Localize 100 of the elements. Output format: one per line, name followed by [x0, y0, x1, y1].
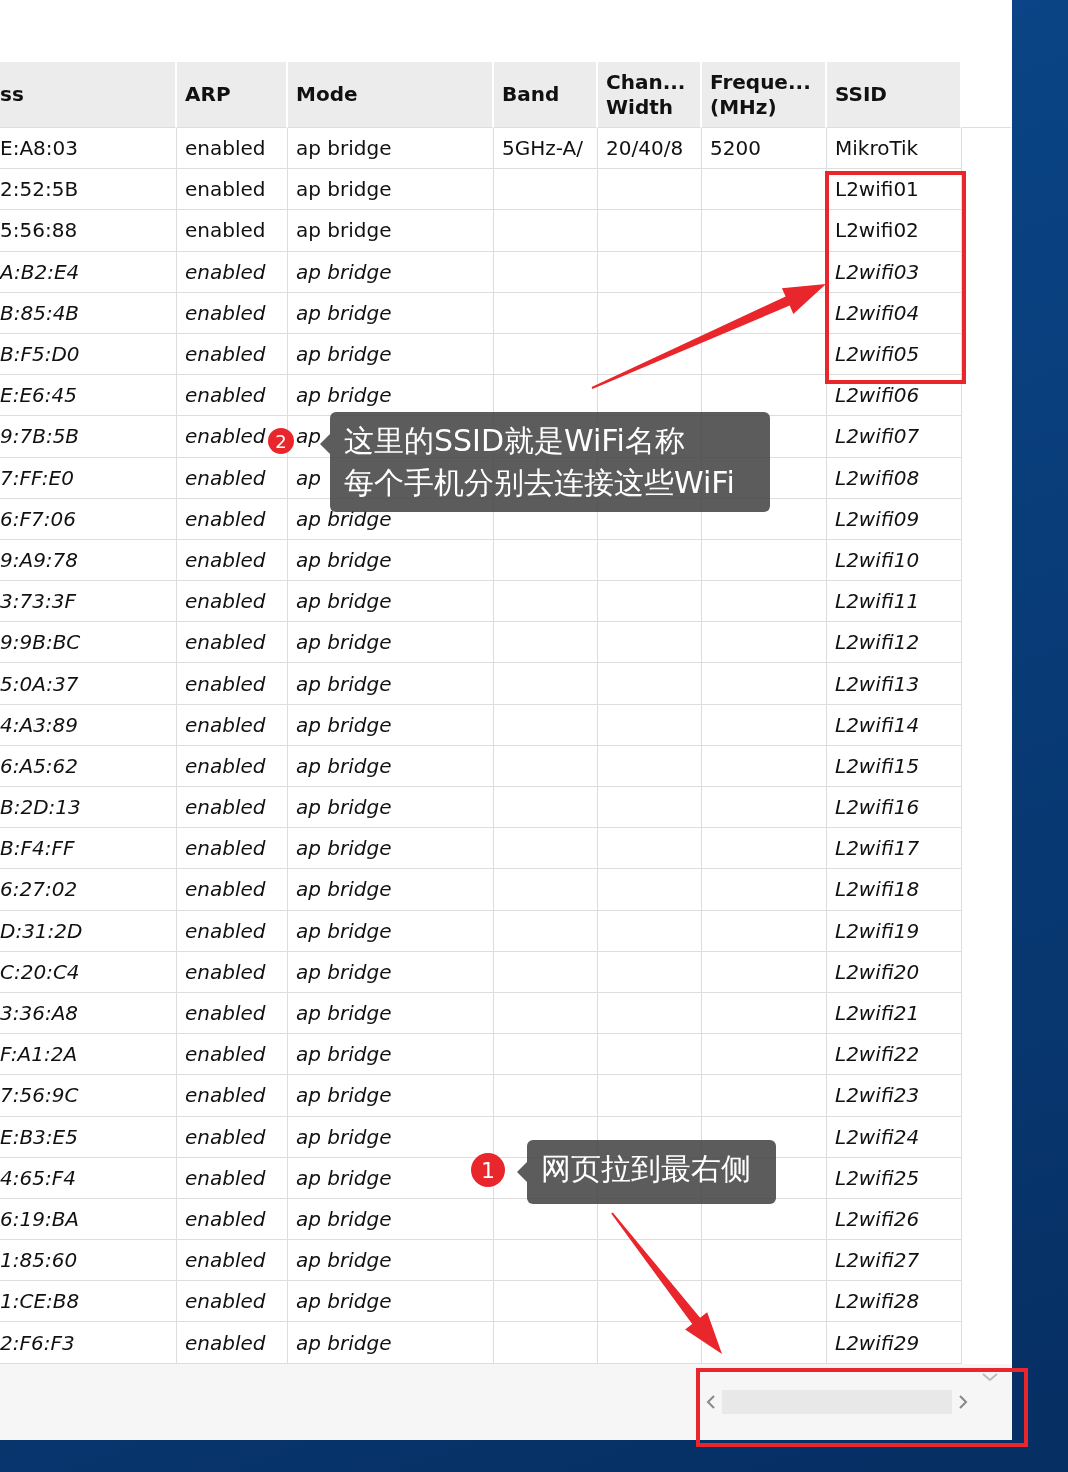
- column-header[interactable]: ss: [0, 62, 177, 128]
- table-cell: enabled: [177, 787, 288, 829]
- callout: 网页拉到最右侧: [527, 1140, 776, 1204]
- table-cell: enabled: [177, 375, 288, 417]
- table-cell: L2wifi18: [827, 869, 962, 911]
- table-cell: L2wifi08: [827, 457, 962, 499]
- table-cell: L2wifi05: [827, 333, 962, 376]
- table-cell: B:85:4B: [0, 292, 177, 334]
- table-cell: L2wifi28: [827, 1281, 962, 1323]
- table-cell: L2wifi02: [827, 210, 962, 252]
- column-header[interactable]: Freque... (MHz): [702, 62, 827, 128]
- table-cell: enabled: [177, 704, 288, 746]
- table-cell: L2wifi14: [827, 704, 962, 746]
- table-cell: L2wifi20: [827, 951, 962, 993]
- column-header[interactable]: Mode: [288, 62, 494, 128]
- table-cell: ap bridge: [288, 1034, 494, 1076]
- table-cell: L2wifi19: [827, 910, 962, 952]
- table-cell: L2wifi09: [827, 498, 962, 540]
- table-cell: enabled: [177, 1240, 288, 1282]
- table-cell: enabled: [177, 457, 288, 499]
- table-cell: MikroTik: [827, 128, 962, 170]
- table-cell: L2wifi11: [827, 581, 962, 623]
- table-cell: enabled: [177, 1075, 288, 1117]
- scroll-left-icon[interactable]: [706, 1393, 716, 1410]
- table-cell: L2wifi16: [827, 787, 962, 829]
- table-cell: L2wifi06: [827, 375, 962, 417]
- table-cell: enabled: [177, 1116, 288, 1158]
- table-cell: L2wifi22: [827, 1034, 962, 1076]
- table-cell: 6:A5:62: [0, 745, 177, 787]
- scroll-down-icon[interactable]: [981, 1372, 999, 1382]
- table-cell: ap bridge: [288, 1281, 494, 1323]
- column-header[interactable]: Band: [494, 62, 598, 128]
- table-cell: ap bridge: [288, 581, 494, 623]
- table-cell: enabled: [177, 539, 288, 582]
- table-cell: L2wifi01: [827, 169, 962, 211]
- table-cell: enabled: [177, 581, 288, 623]
- table-cell: L2wifi26: [827, 1198, 962, 1241]
- column-header[interactable]: SSID: [827, 62, 962, 128]
- table-cell: F:A1:2A: [0, 1034, 177, 1076]
- table-cell: E:E6:45: [0, 375, 177, 417]
- table-cell: ap bridge: [288, 910, 494, 952]
- table-cell: L2wifi04: [827, 292, 962, 334]
- table-cell: L2wifi25: [827, 1157, 962, 1199]
- table-cell: enabled: [177, 498, 288, 540]
- table-cell: enabled: [177, 869, 288, 911]
- table-cell: B:F5:D0: [0, 333, 177, 376]
- table-cell: L2wifi21: [827, 992, 962, 1035]
- table-cell: ap bridge: [288, 622, 494, 664]
- table-cell: ap bridge: [288, 869, 494, 911]
- table-cell: 5:0A:37: [0, 663, 177, 705]
- table-cell: ap bridge: [288, 1075, 494, 1117]
- table-cell: E:A8:03: [0, 128, 177, 170]
- table-cell: ap bridge: [288, 210, 494, 252]
- table-cell: L2wifi03: [827, 251, 962, 293]
- table-cell: ap bridge: [288, 951, 494, 993]
- table-cell: L2wifi07: [827, 416, 962, 458]
- table-cell: enabled: [177, 951, 288, 993]
- table-cell: enabled: [177, 992, 288, 1035]
- callout: 这里的SSID就是WiFi名称 每个手机分别去连接这些WiFi: [330, 412, 770, 512]
- table-cell: 5200: [702, 128, 827, 170]
- table-cell: ap bridge: [288, 704, 494, 746]
- column-header[interactable]: ARP: [177, 62, 288, 128]
- table-cell: enabled: [177, 128, 288, 170]
- column-header[interactable]: Chan... Width: [598, 62, 702, 128]
- table-cell: enabled: [177, 1281, 288, 1323]
- table-cell: ap bridge: [288, 539, 494, 582]
- table-cell: ap bridge: [288, 333, 494, 376]
- table-cell: enabled: [177, 1198, 288, 1241]
- table-cell: 9:A9:78: [0, 539, 177, 582]
- table-cell: enabled: [177, 210, 288, 252]
- table-cell: 1:CE:B8: [0, 1281, 177, 1323]
- table-cell: L2wifi13: [827, 663, 962, 705]
- table-cell: L2wifi27: [827, 1240, 962, 1282]
- table-cell: L2wifi12: [827, 622, 962, 664]
- table-cell: L2wifi24: [827, 1116, 962, 1158]
- table-cell: ap bridge: [288, 787, 494, 829]
- table-cell: ap bridge: [288, 1322, 494, 1364]
- table-cell: enabled: [177, 910, 288, 952]
- table-cell: 6:19:BA: [0, 1198, 177, 1241]
- horizontal-scrollbar[interactable]: [706, 1388, 968, 1415]
- table-cell: enabled: [177, 1157, 288, 1199]
- table-cell: 5GHz-A/: [494, 128, 598, 170]
- table-cell: E:B3:E5: [0, 1116, 177, 1158]
- table-cell: ap bridge: [288, 1240, 494, 1282]
- table-cell: ap bridge: [288, 128, 494, 170]
- table-cell: L2wifi15: [827, 745, 962, 787]
- scroll-right-icon[interactable]: [958, 1393, 968, 1410]
- table-cell: ap bridge: [288, 169, 494, 211]
- table-cell: enabled: [177, 1322, 288, 1364]
- table-cell: enabled: [177, 1034, 288, 1076]
- table-cell: C:20:C4: [0, 951, 177, 993]
- table-cell: 3:36:A8: [0, 992, 177, 1035]
- table-cell: 6:27:02: [0, 869, 177, 911]
- table-cell: enabled: [177, 828, 288, 870]
- table-cell: enabled: [177, 622, 288, 664]
- table-cell: enabled: [177, 292, 288, 334]
- table-cell: D:31:2D: [0, 910, 177, 952]
- table-cell: 4:A3:89: [0, 704, 177, 746]
- table-cell: enabled: [177, 251, 288, 293]
- table-cell: 3:73:3F: [0, 581, 177, 623]
